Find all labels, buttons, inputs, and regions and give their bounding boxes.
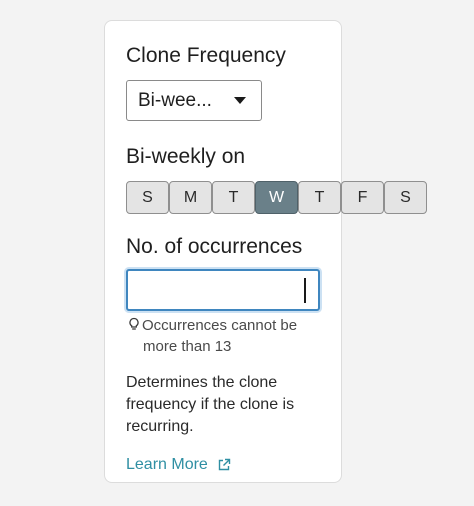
learn-more-link[interactable]: Learn More bbox=[126, 456, 231, 474]
text-cursor bbox=[304, 278, 306, 303]
day-button-sunday[interactable]: S bbox=[126, 181, 169, 214]
description-text: Determines the clone frequency if the cl… bbox=[126, 374, 295, 435]
day-button-monday[interactable]: M bbox=[169, 181, 212, 214]
caret-down-icon bbox=[234, 97, 246, 104]
occurrences-input[interactable] bbox=[126, 269, 320, 311]
day-button-wednesday[interactable]: W bbox=[255, 181, 298, 214]
day-button-tuesday[interactable]: T bbox=[212, 181, 255, 214]
clone-frequency-panel: Clone Frequency Bi-wee... Bi-weekly on S… bbox=[104, 20, 427, 483]
clone-frequency-title: Clone Frequency bbox=[126, 44, 286, 67]
frequency-select[interactable]: Bi-wee... bbox=[126, 80, 262, 121]
day-button-saturday[interactable]: S bbox=[384, 181, 427, 214]
day-button-thursday[interactable]: T bbox=[298, 181, 341, 214]
external-link-icon bbox=[218, 458, 231, 471]
hint-line-2: more than 13 bbox=[143, 338, 232, 355]
lightbulb-icon bbox=[129, 317, 139, 330]
hint-line-1: Occurrences cannot be bbox=[142, 317, 298, 334]
day-button-friday[interactable]: F bbox=[341, 181, 384, 214]
weekday-picker: S M T W T F S bbox=[126, 181, 427, 214]
biweekly-on-title: Bi-weekly on bbox=[126, 145, 246, 168]
frequency-select-value: Bi-wee... bbox=[138, 89, 212, 111]
occurrences-title: No. of occurrences bbox=[126, 235, 303, 258]
learn-more-label: Learn More bbox=[126, 456, 208, 473]
occurrences-hint: Occurrences cannot be more than 13 bbox=[127, 315, 327, 357]
